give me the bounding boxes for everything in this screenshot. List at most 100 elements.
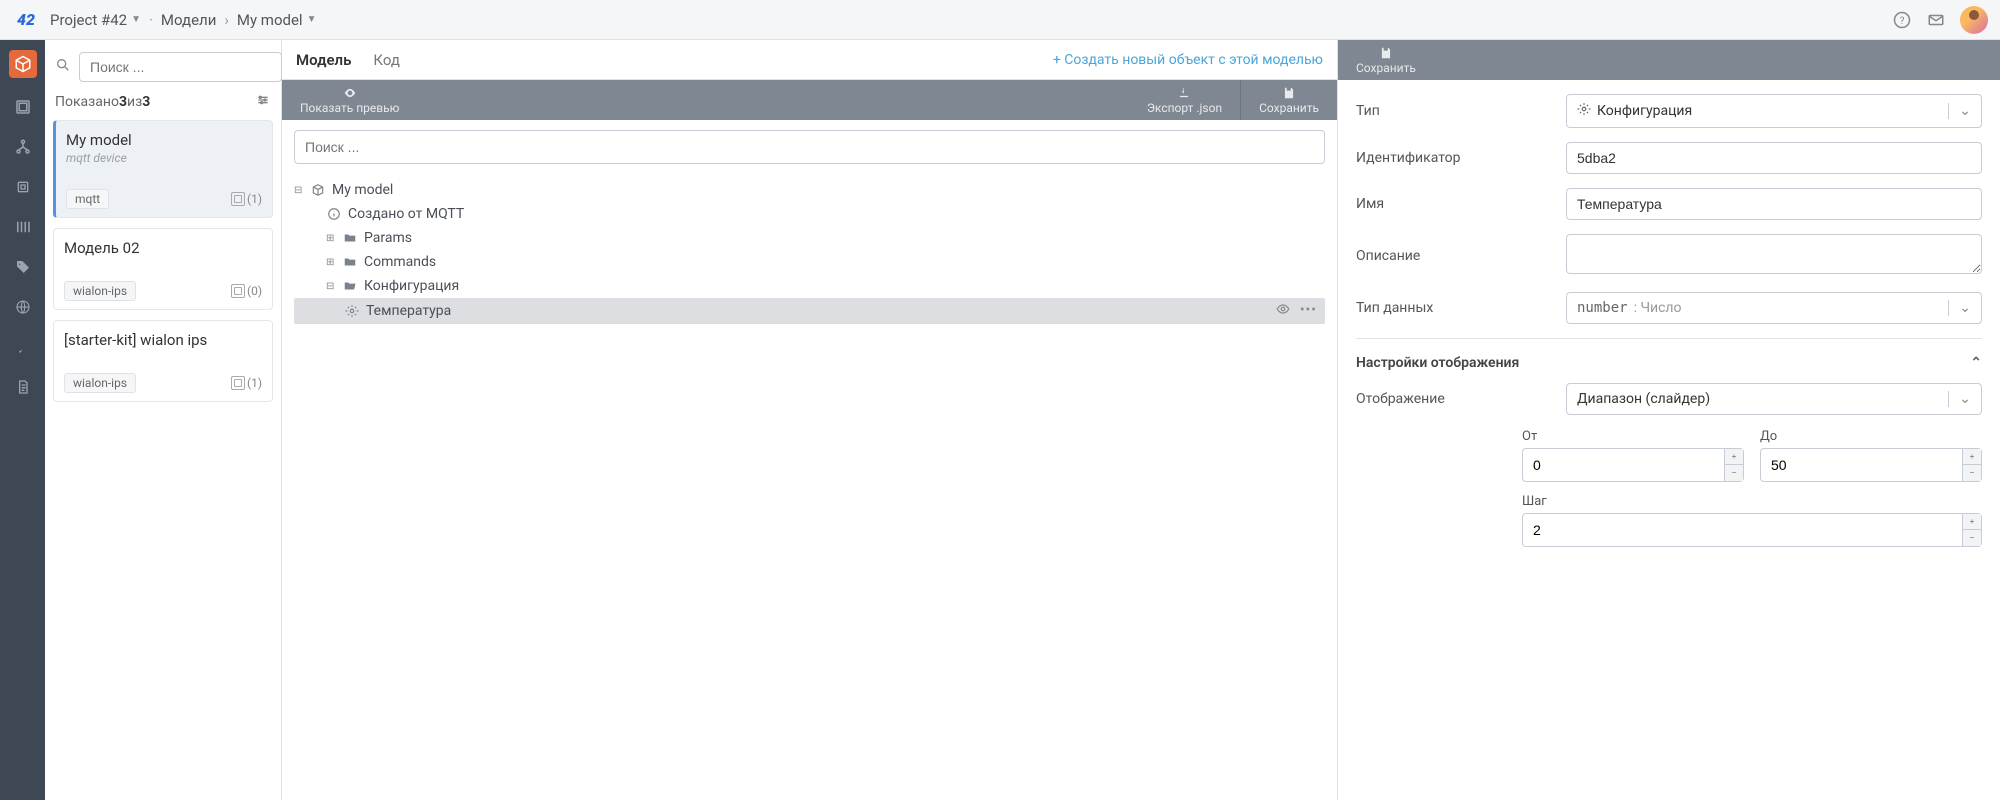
tree-node[interactable]: ⊞ Params bbox=[294, 226, 1325, 250]
rail-item-tree[interactable] bbox=[12, 136, 34, 158]
tree-root[interactable]: ⊟ My model bbox=[294, 178, 1325, 202]
list-status: Показано 3 из 3 bbox=[45, 92, 281, 120]
card-title: [starter-kit] wialon ips bbox=[64, 331, 262, 349]
dtype-select[interactable]: number : Число ⌄ bbox=[1566, 292, 1982, 324]
card-count-value: (1) bbox=[247, 376, 262, 390]
breadcrumb-current-label: My model bbox=[237, 11, 303, 29]
tree-label: Params bbox=[364, 230, 412, 246]
settings-icon[interactable] bbox=[255, 92, 271, 112]
label-to: До bbox=[1760, 429, 1950, 444]
spin-up[interactable]: + bbox=[1963, 449, 1981, 465]
tree-label: Конфигурация bbox=[364, 278, 459, 294]
tab-code[interactable]: Код bbox=[373, 41, 400, 79]
rail-item-screen[interactable] bbox=[12, 96, 34, 118]
section-display-settings[interactable]: Настройки отображения ⌃ bbox=[1356, 355, 1982, 371]
label-dtype: Тип данных bbox=[1356, 300, 1546, 316]
collapse-icon[interactable]: ⊟ bbox=[294, 185, 304, 196]
tree-node[interactable]: ⊞ Commands bbox=[294, 250, 1325, 274]
help-icon[interactable]: ? bbox=[1892, 10, 1912, 30]
chevron-up-icon[interactable]: ⌃ bbox=[1970, 355, 1982, 371]
rail-item-globe[interactable] bbox=[12, 296, 34, 318]
to-input[interactable] bbox=[1760, 448, 1962, 482]
tree-label: Создано от MQTT bbox=[348, 206, 464, 222]
tree-node[interactable]: Создано от MQTT bbox=[294, 202, 1325, 226]
spin-down[interactable]: − bbox=[1963, 465, 1981, 481]
spin-down[interactable]: − bbox=[1963, 530, 1981, 546]
tree-label: Commands bbox=[364, 254, 436, 270]
mid-toolbar: Показать превью Экспорт .json Сохранить bbox=[282, 80, 1337, 120]
rail-item-doc[interactable] bbox=[12, 376, 34, 398]
from-input[interactable] bbox=[1522, 448, 1724, 482]
save-button[interactable]: Сохранить bbox=[1240, 80, 1337, 120]
spin-down[interactable]: − bbox=[1725, 465, 1743, 481]
card-subtitle: mqtt device bbox=[66, 151, 262, 165]
create-object-link[interactable]: + Создать новый объект с этой моделью bbox=[1053, 52, 1323, 68]
step-input[interactable] bbox=[1522, 513, 1962, 547]
card-count: (0) bbox=[231, 284, 262, 298]
type-select[interactable]: Конфигурация ⌄ bbox=[1566, 94, 1982, 128]
card-tag: wialon-ips bbox=[64, 281, 136, 301]
rail-item-device[interactable] bbox=[12, 176, 34, 198]
desc-textarea[interactable] bbox=[1566, 234, 1982, 274]
label-desc: Описание bbox=[1356, 248, 1546, 264]
display-value: Диапазон (слайдер) bbox=[1577, 391, 1710, 407]
gear-icon bbox=[1577, 102, 1591, 120]
save-button[interactable]: Сохранить bbox=[1338, 40, 1434, 80]
display-select[interactable]: Диапазон (слайдер) ⌄ bbox=[1566, 383, 1982, 415]
expand-icon[interactable]: ⊞ bbox=[326, 257, 336, 268]
label-step: Шаг bbox=[1522, 494, 1712, 509]
tabs: Модель Код bbox=[296, 41, 400, 79]
preview-button[interactable]: Показать превью bbox=[282, 80, 417, 120]
search-icon bbox=[55, 57, 71, 77]
search-input[interactable] bbox=[79, 52, 282, 82]
gear-icon bbox=[344, 303, 360, 319]
rail-item-table[interactable] bbox=[12, 216, 34, 238]
logo[interactable]: 42 bbox=[12, 6, 40, 34]
rail-item-rocket[interactable] bbox=[12, 336, 34, 358]
breadcrumb: Project #42 ▼ · Модели › My model ▼ bbox=[50, 11, 316, 29]
breadcrumb-models[interactable]: Модели bbox=[161, 11, 216, 29]
model-card[interactable]: My model mqtt device mqtt (1) bbox=[53, 120, 273, 218]
cube-icon bbox=[310, 182, 326, 198]
info-icon bbox=[326, 206, 342, 222]
expand-icon[interactable]: ⊞ bbox=[326, 233, 336, 244]
avatar[interactable] bbox=[1960, 6, 1988, 34]
breadcrumb-project[interactable]: Project #42 ▼ bbox=[50, 11, 141, 29]
collapse-icon[interactable]: ⊟ bbox=[326, 281, 336, 292]
tab-model[interactable]: Модель bbox=[296, 41, 351, 79]
model-card[interactable]: Модель 02 wialon-ips (0) bbox=[53, 228, 273, 310]
id-input[interactable] bbox=[1566, 142, 1982, 174]
save-label: Сохранить bbox=[1356, 61, 1416, 75]
tree-node-selected[interactable]: Температура ••• bbox=[294, 298, 1325, 324]
more-icon[interactable]: ••• bbox=[1300, 302, 1317, 320]
spin-up[interactable]: + bbox=[1963, 514, 1981, 530]
label-from: От bbox=[1522, 429, 1712, 444]
dtype-label: : Число bbox=[1634, 300, 1682, 316]
card-tag: mqtt bbox=[66, 189, 109, 209]
breadcrumb-current[interactable]: My model ▼ bbox=[237, 11, 317, 29]
eye-icon[interactable] bbox=[1276, 302, 1290, 320]
folder-open-icon bbox=[342, 278, 358, 294]
type-value: Конфигурация bbox=[1597, 103, 1692, 119]
status-prefix: Показано bbox=[55, 94, 119, 110]
tree-node[interactable]: ⊟ Конфигурация bbox=[294, 274, 1325, 298]
card-count-value: (1) bbox=[247, 192, 262, 206]
dtype-code: number bbox=[1577, 300, 1628, 316]
right-toolbar: Сохранить bbox=[1338, 40, 2000, 80]
status-b: 3 bbox=[142, 94, 150, 110]
model-card[interactable]: [starter-kit] wialon ips wialon-ips (1) bbox=[53, 320, 273, 402]
section-title: Настройки отображения bbox=[1356, 355, 1519, 371]
spin-up[interactable]: + bbox=[1725, 449, 1743, 465]
objects-icon bbox=[231, 284, 245, 298]
objects-icon bbox=[231, 376, 245, 390]
rail-item-tag[interactable] bbox=[12, 256, 34, 278]
rail-item-box[interactable] bbox=[9, 50, 37, 78]
right-panel: Сохранить Тип Конфигурация ⌄ bbox=[1338, 40, 2000, 800]
mail-icon[interactable] bbox=[1926, 10, 1946, 30]
tree-search-input[interactable] bbox=[294, 130, 1325, 164]
nav-rail bbox=[0, 40, 45, 800]
name-input[interactable] bbox=[1566, 188, 1982, 220]
status-a: 3 bbox=[119, 94, 127, 110]
export-button[interactable]: Экспорт .json bbox=[1129, 80, 1240, 120]
card-count-value: (0) bbox=[247, 284, 262, 298]
